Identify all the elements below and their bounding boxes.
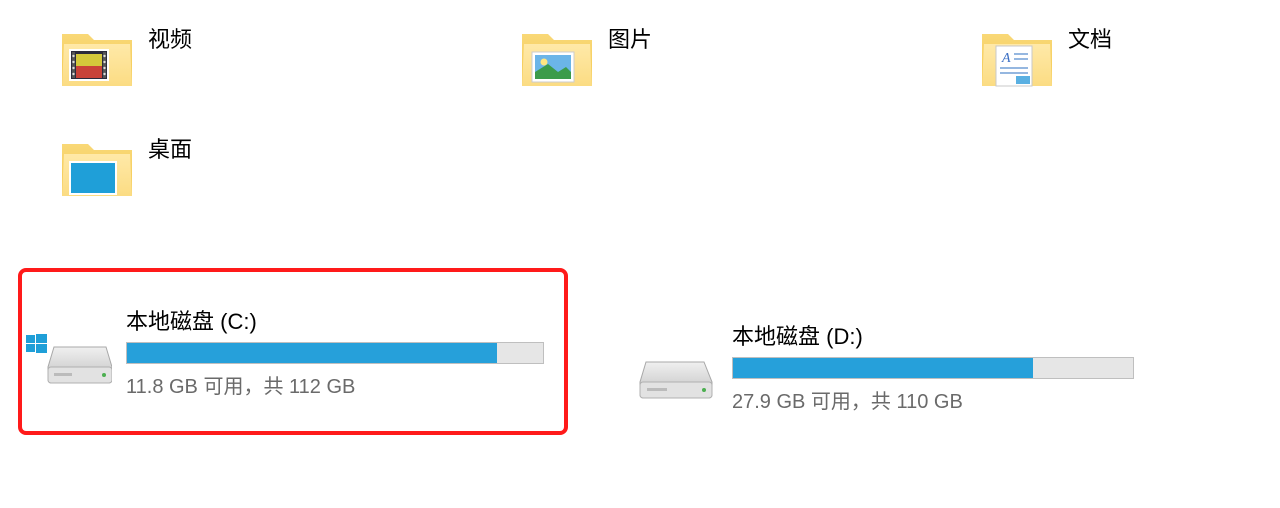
folder-label: 文档 [1068, 20, 1112, 54]
documents-folder-icon: A [980, 20, 1054, 94]
drive-usage-bar [126, 342, 544, 364]
drive-item-c[interactable]: 本地磁盘 (C:) 11.8 GB 可用，共 112 GB [18, 268, 568, 435]
drive-icon [632, 332, 718, 402]
drive-stats: 27.9 GB 可用，共 110 GB [732, 385, 1134, 414]
drive-usage-fill [733, 358, 1033, 378]
drive-name: 本地磁盘 (C:) [126, 304, 544, 336]
drive-usage-bar [732, 357, 1134, 379]
svg-text:A: A [1001, 51, 1011, 66]
drive-usage-fill [127, 343, 497, 363]
drive-item-d[interactable]: 本地磁盘 (D:) 27.9 GB 可用，共 110 GB [618, 298, 1148, 435]
desktop-folder-icon [60, 130, 134, 204]
drive-stats: 11.8 GB 可用，共 112 GB [126, 370, 544, 399]
drive-name: 本地磁盘 (D:) [732, 319, 1134, 351]
folders-section: 视频 图片 A [0, 0, 1280, 270]
folder-label: 图片 [608, 20, 652, 54]
folder-label: 桌面 [148, 130, 192, 164]
folder-item-videos[interactable]: 视频 [60, 20, 520, 94]
drives-section: 本地磁盘 (C:) 11.8 GB 可用，共 112 GB 本地磁盘 (D:) … [0, 270, 1280, 435]
videos-folder-icon [60, 20, 134, 94]
folder-label: 视频 [148, 20, 192, 54]
folder-item-desktop[interactable]: 桌面 [60, 130, 520, 204]
pictures-folder-icon [520, 20, 594, 94]
drive-info: 本地磁盘 (C:) 11.8 GB 可用，共 112 GB [126, 304, 544, 399]
drive-icon [26, 317, 112, 387]
folder-item-pictures[interactable]: 图片 [520, 20, 980, 94]
drive-info: 本地磁盘 (D:) 27.9 GB 可用，共 110 GB [732, 319, 1134, 414]
folder-item-documents[interactable]: A 文档 [980, 20, 1230, 94]
